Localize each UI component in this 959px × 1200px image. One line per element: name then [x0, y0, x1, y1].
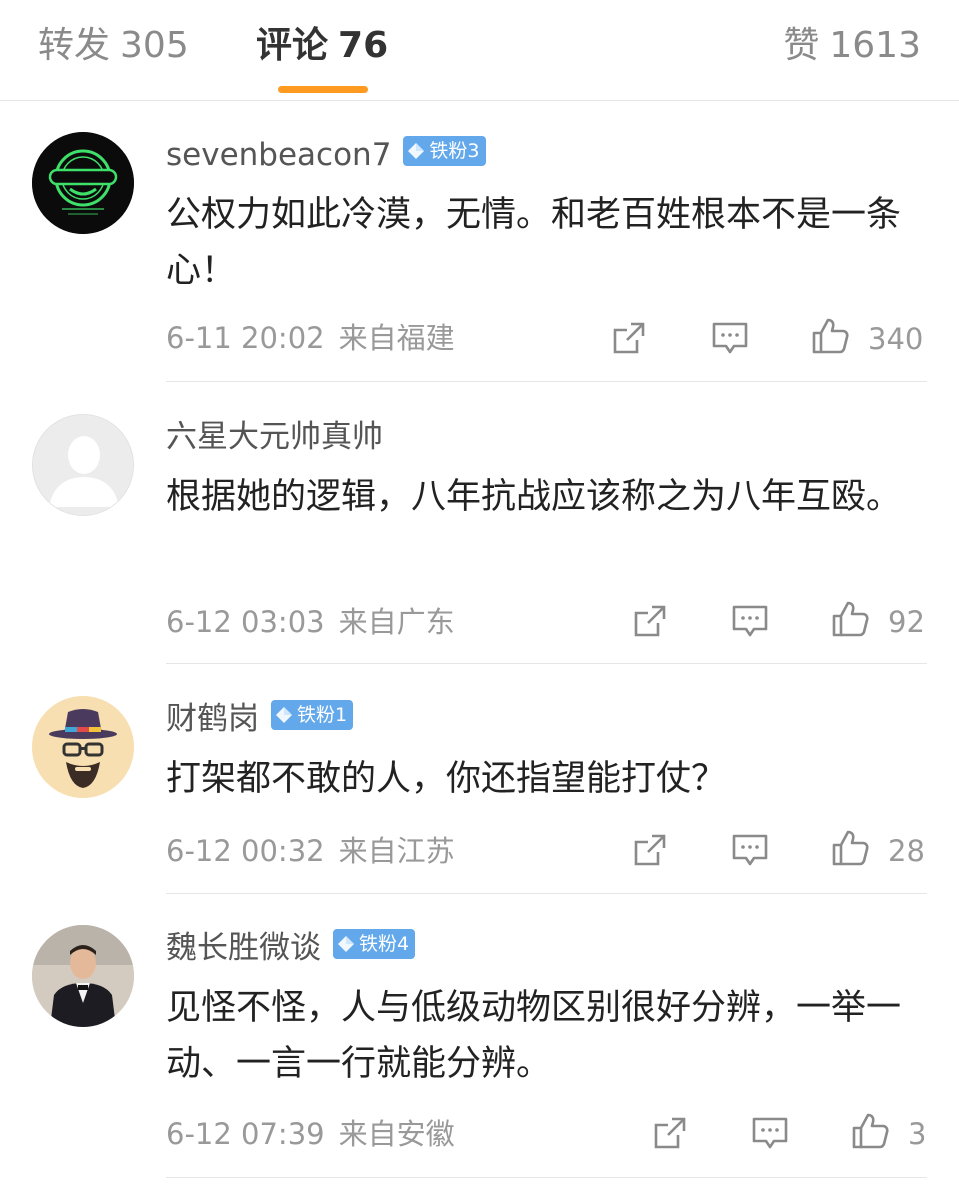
- comment-icon: [732, 834, 768, 866]
- comment-username[interactable]: 六星大元帅真帅: [166, 417, 383, 457]
- thumbs-up-icon: [832, 601, 869, 637]
- username-text: 魏长胜微谈: [166, 930, 321, 966]
- repost-button[interactable]: [630, 601, 670, 641]
- repost-button[interactable]: [650, 1113, 690, 1153]
- fan-badge: 铁粉1: [271, 700, 354, 730]
- comment-item: 财鹤岗 铁粉1 打架都不敢的人，你还指望能打仗？ 6-12 00:32 来自江苏 2…: [0, 665, 959, 894]
- comment-time: 6-11 20:02: [166, 321, 325, 355]
- thumbs-up-icon: [832, 830, 869, 866]
- share-icon: [634, 605, 666, 637]
- diamond-icon: [408, 143, 425, 159]
- divider: [166, 1177, 927, 1178]
- repost-button[interactable]: [609, 318, 649, 358]
- tab-comment-count: 76: [338, 25, 389, 66]
- tab-like[interactable]: 赞 1613: [783, 22, 921, 70]
- tab-comment-label: 评论: [256, 25, 329, 66]
- active-tab-indicator: [278, 86, 368, 93]
- hat-glasses-avatar-icon: [32, 696, 134, 798]
- man-in-suit-photo-icon: [32, 925, 134, 1027]
- avatar[interactable]: [32, 414, 134, 516]
- comment-username[interactable]: 财鹤岗 铁粉1: [166, 699, 354, 739]
- fan-badge: 铁粉4: [333, 929, 416, 959]
- username-text: 六星大元帅真帅: [166, 419, 383, 455]
- username-text: 财鹤岗: [166, 701, 259, 737]
- avatar[interactable]: [32, 132, 134, 234]
- username-text: sevenbeacon7: [166, 137, 392, 173]
- comment-text: 见怪不怪，人与低级动物区别很好分辨，一举一动、一言一行就能分辨。: [166, 988, 902, 1084]
- tab-bar: 转发 305 评论 76 赞 1613: [0, 0, 959, 101]
- tab-like-count: 1613: [829, 25, 921, 66]
- comment-meta: 6-12 03:03 来自广东: [166, 604, 455, 640]
- comment-location: 来自福建: [338, 321, 455, 355]
- reply-button[interactable]: [710, 318, 750, 358]
- thumbs-up-icon: [812, 318, 849, 354]
- comment-time: 6-12 07:39: [166, 1117, 325, 1151]
- divider: [166, 663, 927, 664]
- thumbs-up-icon: [852, 1113, 889, 1149]
- comment-item: sevenbeacon7 铁粉3 公权力如此冷漠，无情。和老百姓根本不是一条心！ …: [0, 101, 959, 383]
- share-icon: [634, 834, 666, 866]
- comment-icon: [732, 605, 768, 637]
- reply-button[interactable]: [750, 1113, 790, 1153]
- diamond-icon: [276, 707, 292, 723]
- share-icon: [613, 322, 645, 354]
- comment-location: 来自江苏: [338, 834, 455, 868]
- like-button[interactable]: [810, 316, 850, 356]
- like-button[interactable]: [830, 828, 870, 868]
- repost-button[interactable]: [630, 830, 670, 870]
- reply-button[interactable]: [730, 830, 770, 870]
- comment-text: 打架都不敢的人，你还指望能打仗？: [166, 759, 727, 799]
- tab-comment[interactable]: 评论 76: [256, 22, 388, 70]
- comment-text: 根据她的逻辑，八年抗战应该称之为八年互殴。: [166, 477, 902, 517]
- divider: [166, 381, 927, 382]
- like-count: 28: [888, 834, 925, 868]
- reply-button[interactable]: [730, 601, 770, 641]
- share-icon: [654, 1117, 686, 1149]
- laughing-man-logo-icon: [32, 132, 134, 234]
- comment-time: 6-12 00:32: [166, 834, 325, 868]
- comment-icon: [712, 322, 748, 354]
- like-button[interactable]: [830, 599, 870, 639]
- fan-badge: 铁粉3: [403, 136, 486, 166]
- comment-username[interactable]: sevenbeacon7 铁粉3: [166, 135, 486, 175]
- tab-repost-count: 305: [120, 25, 189, 66]
- tab-like-label: 赞: [783, 25, 820, 66]
- fan-badge-label: 铁粉3: [429, 140, 480, 162]
- comment-location: 来自安徽: [338, 1117, 455, 1151]
- comment-icon: [752, 1117, 788, 1149]
- comment-location: 来自广东: [338, 605, 455, 639]
- avatar[interactable]: [32, 925, 134, 1027]
- like-count: 3: [908, 1117, 927, 1151]
- comment-time: 6-12 03:03: [166, 605, 325, 639]
- comment-item: 六星大元帅真帅 根据她的逻辑，八年抗战应该称之为八年互殴。 6-12 03:03…: [0, 383, 959, 665]
- comment-username[interactable]: 魏长胜微谈 铁粉4: [166, 928, 416, 968]
- tab-repost[interactable]: 转发 305: [38, 22, 189, 70]
- comment-text: 公权力如此冷漠，无情。和老百姓根本不是一条心！: [166, 195, 902, 291]
- comment-item: 魏长胜微谈 铁粉4 见怪不怪，人与低级动物区别很好分辨，一举一动、一言一行就能分辨…: [0, 894, 959, 1194]
- comment-meta: 6-12 07:39 来自安徽: [166, 1116, 455, 1152]
- tab-repost-label: 转发: [38, 25, 111, 66]
- comment-meta: 6-11 20:02 来自福建: [166, 320, 455, 356]
- fan-badge-label: 铁粉4: [359, 933, 410, 955]
- avatar[interactable]: [32, 696, 134, 798]
- comment-meta: 6-12 00:32 来自江苏: [166, 833, 455, 869]
- fan-badge-label: 铁粉1: [297, 704, 348, 726]
- diamond-icon: [338, 936, 354, 952]
- like-button[interactable]: [850, 1111, 890, 1151]
- default-user-icon: [33, 415, 133, 515]
- like-count: 340: [868, 322, 924, 356]
- like-count: 92: [888, 605, 925, 639]
